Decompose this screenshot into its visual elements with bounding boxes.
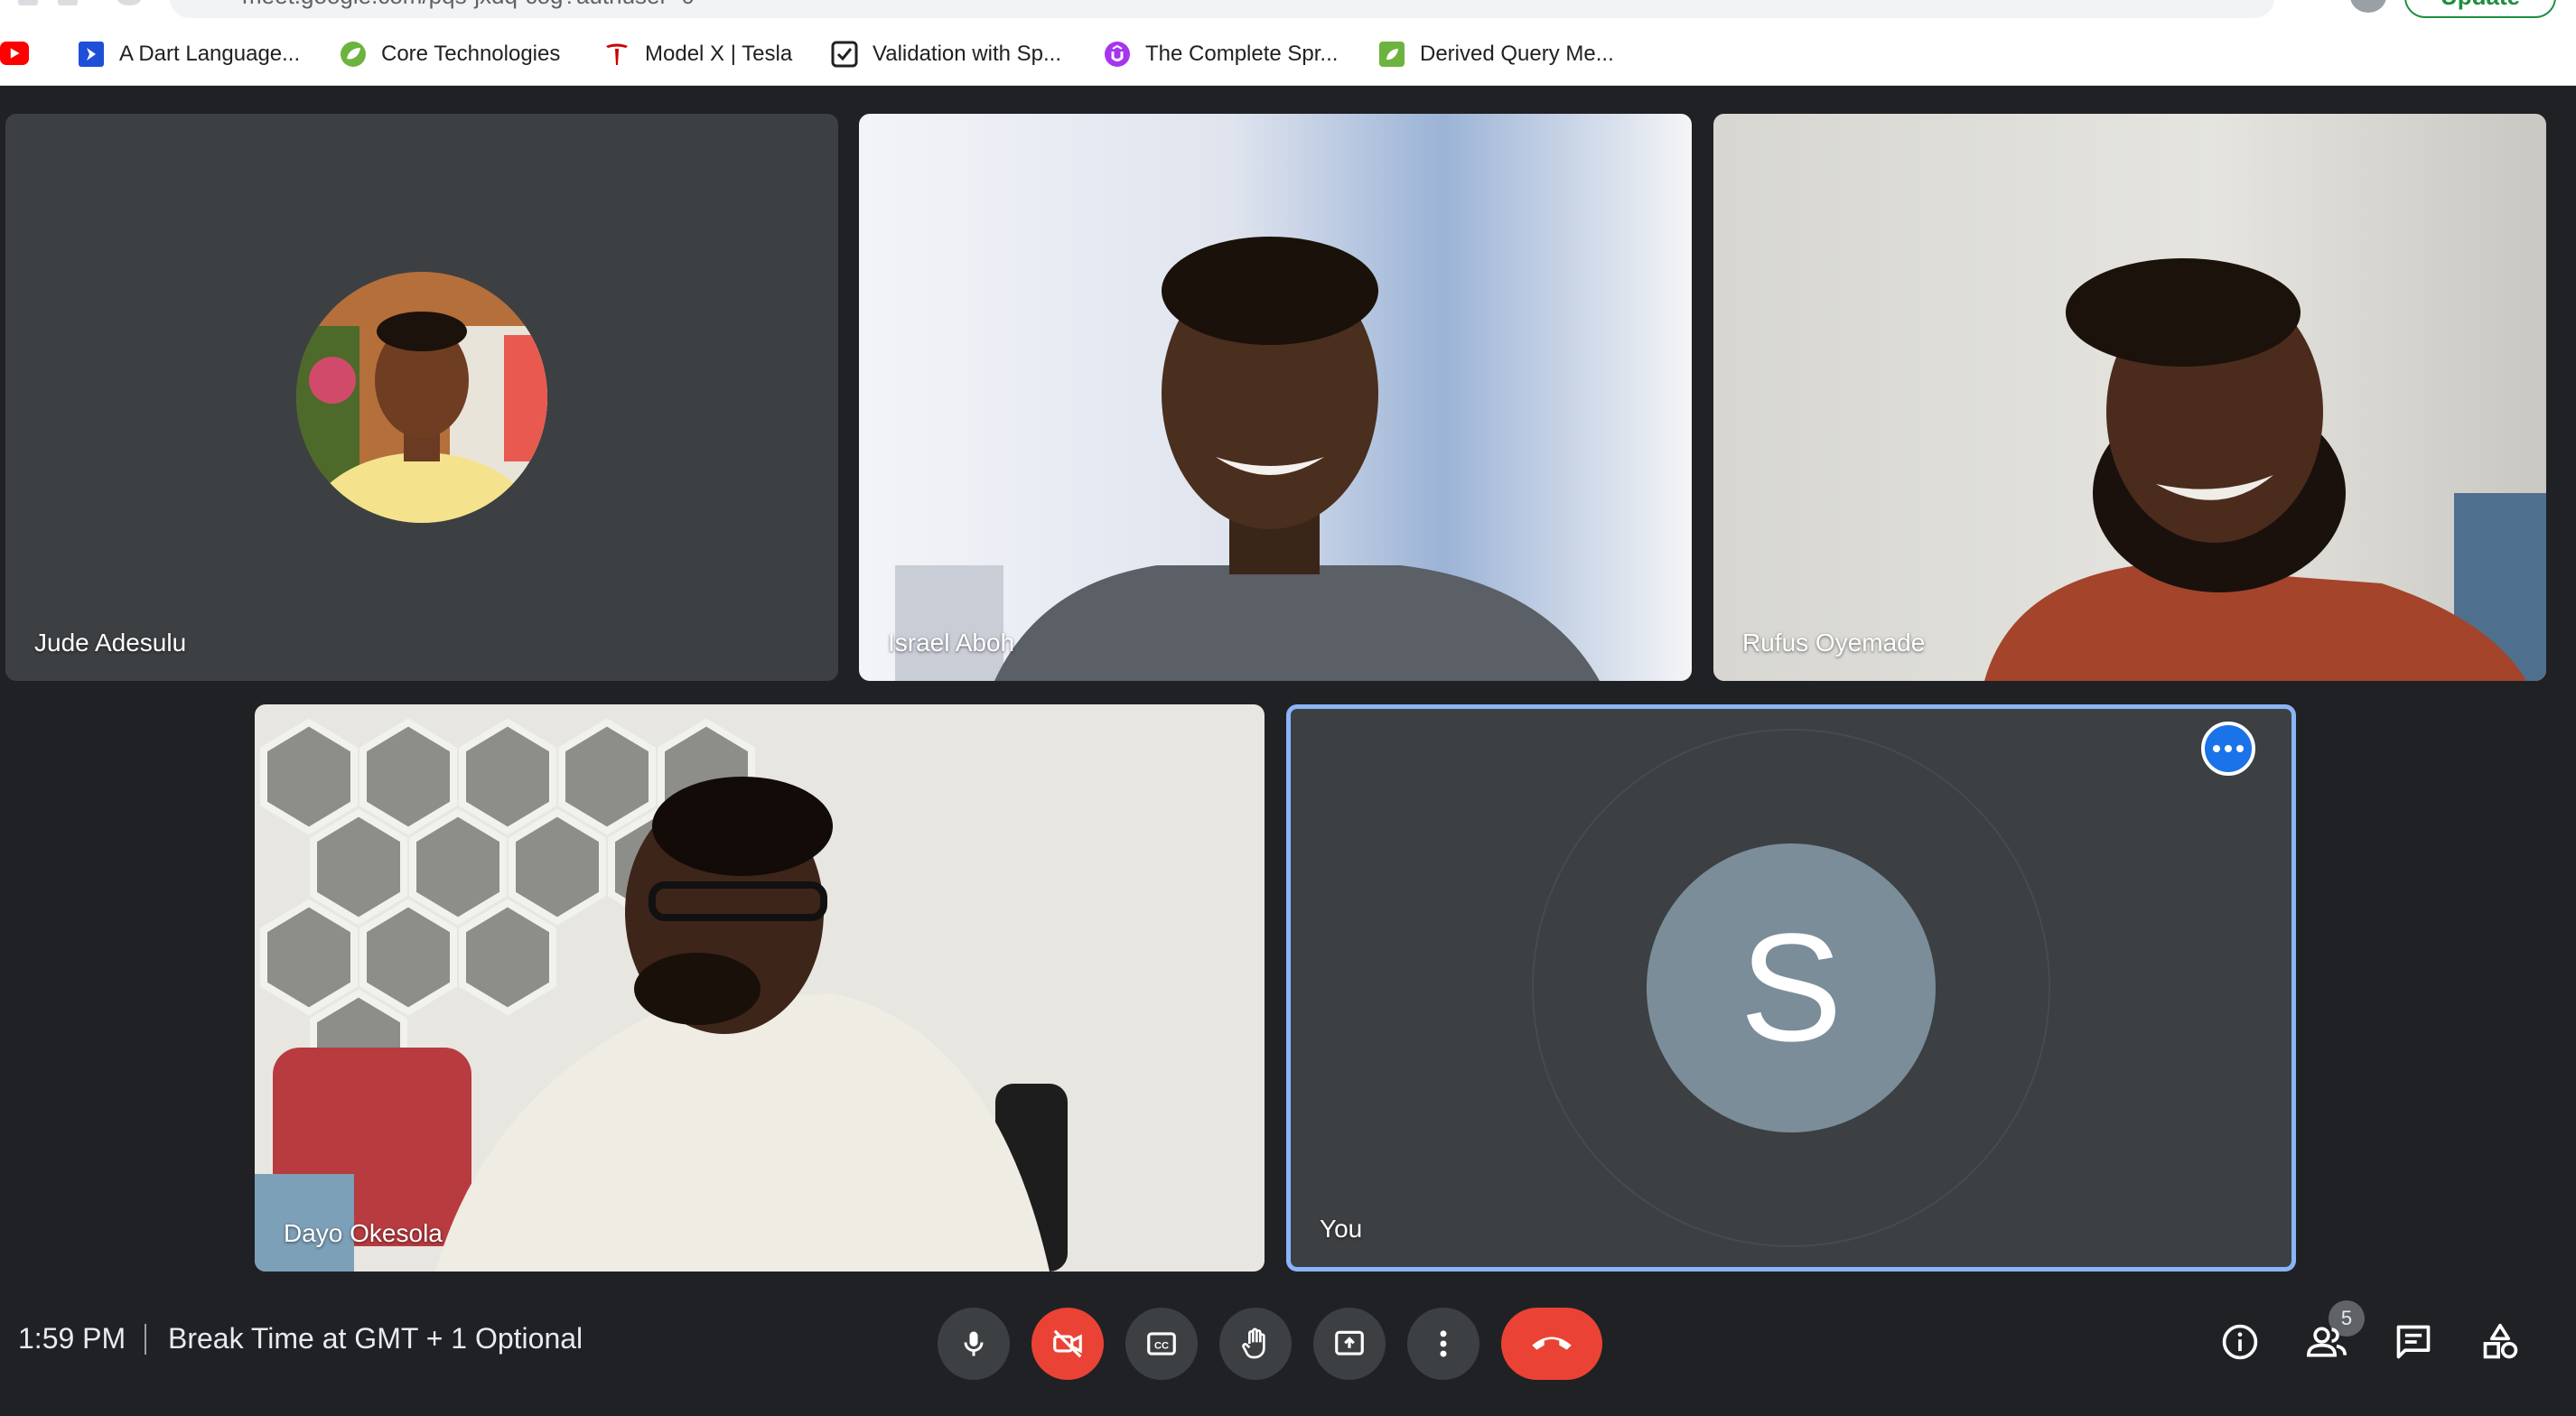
video-feed [859,114,1692,681]
spring-icon [340,41,367,68]
participant-tile-israel[interactable]: Israel Aboh [859,114,1692,681]
tesla-icon [603,41,630,68]
bookmark-core-technologies[interactable]: Core Technologies [340,34,560,74]
camera-off-icon [1053,1329,1082,1358]
back-icon[interactable] [18,0,38,5]
activities-button[interactable] [2471,1313,2529,1371]
svg-text:CC: CC [1154,1341,1169,1352]
reload-icon[interactable] [117,0,141,5]
participant-tile-rufus[interactable]: Rufus Oyemade [1713,114,2546,681]
hang-up-icon [1532,1337,1572,1350]
participant-name: Jude Adesulu [34,629,187,657]
raise-hand-button[interactable] [1219,1308,1292,1380]
spring-data-icon [1378,41,1405,68]
validation-icon [831,41,858,68]
bookmark-label: Validation with Sp... [873,42,1062,66]
hand-icon [1242,1328,1265,1359]
chat-icon [2396,1325,2431,1359]
dart-icon [78,41,105,68]
bookmark-label: The Complete Spr... [1145,42,1339,66]
people-button[interactable] [2298,1313,2356,1371]
avatar [296,272,547,523]
chat-button[interactable] [2385,1313,2442,1371]
bookmark-label: Model X | Tesla [645,42,793,66]
video-feed [1713,114,2546,681]
people-icon [2306,1327,2347,1357]
leave-call-button[interactable] [1501,1308,1602,1380]
participant-tile-dayo[interactable]: Dayo Okesola [255,704,1265,1272]
bookmark-validation[interactable]: Validation with Sp... [831,34,1061,74]
more-options-button[interactable] [1407,1308,1479,1380]
participant-name: Dayo Okesola [284,1219,443,1247]
microphone-icon [964,1331,984,1356]
bookmarks-bar: A Dart Language... Core Technologies Mod… [0,34,2576,74]
more-vert-icon [1440,1330,1447,1357]
participant-tile-you[interactable]: S You [1286,704,2296,1272]
udemy-icon [1104,41,1131,68]
forward-icon[interactable] [58,0,78,5]
avatar: S [1647,843,1936,1132]
closed-captions-icon: CC [1147,1332,1176,1355]
bookmark-tesla[interactable]: Model X | Tesla [603,34,792,74]
info-icon [2222,1324,2258,1360]
bookmark-dart[interactable]: A Dart Language... [78,34,300,74]
more-options-icon[interactable] [2201,722,2255,776]
present-button[interactable] [1313,1308,1386,1380]
participant-name: You [1320,1215,1363,1243]
participant-name: Rufus Oyemade [1742,629,1926,657]
participant-tile-jude[interactable]: Jude Adesulu [5,114,838,681]
video-feed [255,704,1265,1272]
bookmark-udemy[interactable]: The Complete Spr... [1104,34,1338,74]
divider [145,1324,146,1355]
activities-shapes-icon [2483,1323,2518,1359]
address-bar[interactable]: meet.google.com/pqs-jxdq-cog?authuser=0 [170,0,2274,18]
bookmark-derived-query[interactable]: Derived Query Me... [1378,34,1614,74]
meeting-time: 1:59 PM [18,1322,126,1355]
youtube-icon[interactable] [0,42,29,65]
url-text: meet.google.com/pqs-jxdq-cog?authuser=0 [242,0,695,10]
meeting-title: Break Time at GMT + 1 Optional [168,1322,583,1355]
present-screen-icon [1335,1330,1364,1355]
participant-name: Israel Aboh [888,629,1015,657]
meeting-details-button[interactable] [2211,1313,2269,1371]
camera-button[interactable] [1031,1308,1104,1380]
meeting-controls-bar: 1:59 PM Break Time at GMT + 1 Optional C… [0,1300,2576,1416]
bookmark-label: Derived Query Me... [1420,42,1614,66]
profile-avatar[interactable] [2350,0,2386,13]
bookmark-label: Core Technologies [381,42,561,66]
browser-chrome: meet.google.com/pqs-jxdq-cog?authuser=0 … [0,0,2576,86]
update-button[interactable]: Update [2404,0,2556,18]
captions-button[interactable]: CC [1125,1308,1198,1380]
bookmark-label: A Dart Language... [119,42,301,66]
microphone-button[interactable] [938,1308,1010,1380]
